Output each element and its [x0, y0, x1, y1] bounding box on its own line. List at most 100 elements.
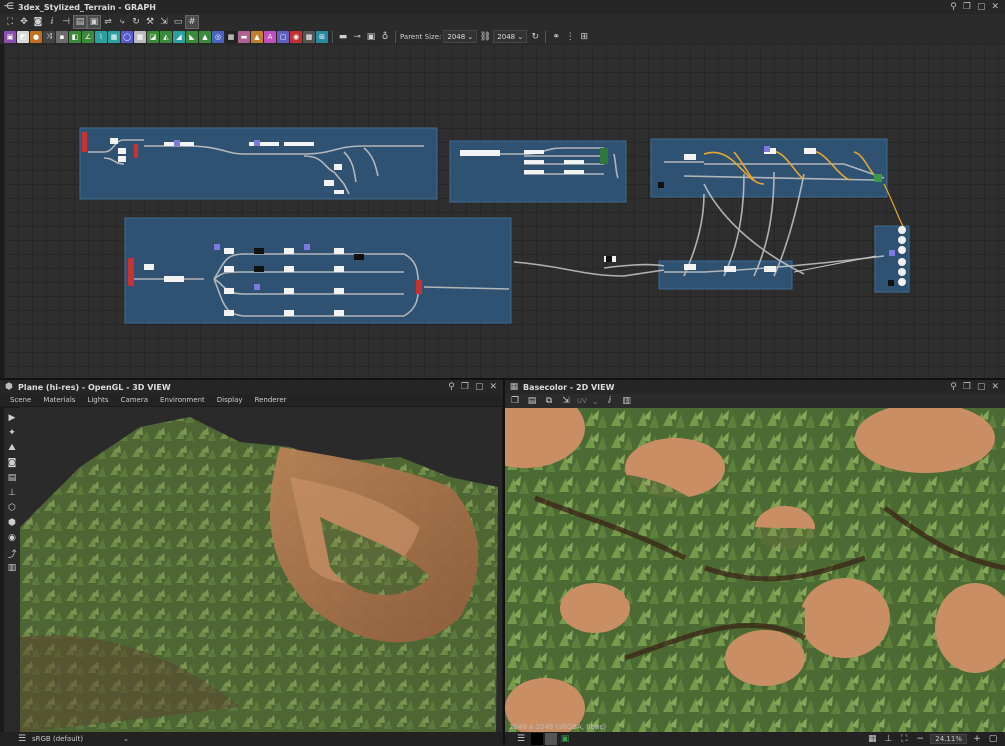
reset-icon[interactable]: ↻ [529, 31, 541, 43]
grid-icon[interactable]: ▦ [866, 733, 878, 745]
node-frame[interactable] [124, 217, 512, 324]
uniform-node-icon[interactable]: ▬ [238, 30, 250, 43]
pixel-node-icon[interactable]: ▦ [303, 30, 315, 43]
menu-renderer[interactable]: Renderer [255, 396, 287, 404]
layers-icon[interactable]: ☰ [515, 733, 527, 745]
save-icon[interactable]: ▤ [526, 395, 538, 407]
camera-icon[interactable]: ▶ [6, 412, 18, 424]
node-frame[interactable] [79, 127, 438, 200]
environment-icon[interactable]: ⛰ [6, 442, 18, 454]
eye-icon[interactable]: ◉ [6, 532, 18, 544]
maximize-icon[interactable]: ▢ [475, 382, 484, 392]
histogram-icon[interactable]: ▥ [6, 562, 18, 574]
fit-view-icon[interactable]: ⛶ [4, 16, 16, 28]
height-node-icon[interactable]: ◢ [173, 30, 185, 43]
link-nodes-icon[interactable]: ⚭ [550, 31, 562, 43]
maximize-icon[interactable]: ▢ [977, 382, 986, 392]
frame-icon[interactable]: ▣ [87, 14, 101, 29]
cube-icon[interactable]: ⬡ [6, 502, 18, 514]
zoom-out-icon[interactable]: − [914, 733, 926, 745]
zoom-in-icon[interactable]: + [971, 733, 983, 745]
graph-canvas[interactable] [4, 44, 1005, 378]
frame-icon[interactable]: ▣ [365, 31, 377, 43]
gray-swatch-icon[interactable] [545, 733, 557, 745]
export-icon[interactable]: ⇲ [158, 16, 170, 28]
black-swatch-icon[interactable] [531, 733, 543, 745]
align-icon[interactable]: ⊥ [882, 733, 894, 745]
comment-icon[interactable]: ▬ [337, 31, 349, 43]
levels-node-icon[interactable]: ▪ [56, 30, 68, 43]
channel-label[interactable]: UV [577, 397, 587, 405]
mask-node-icon[interactable]: ◣ [186, 30, 198, 43]
histogram-icon[interactable]: ▥ [621, 395, 633, 407]
view3d-viewport[interactable] [20, 407, 502, 733]
text-node-icon[interactable]: A [264, 30, 276, 43]
fxmap-node-icon[interactable]: ⊞ [316, 30, 328, 43]
triangle-node-icon[interactable]: ▲ [251, 30, 263, 43]
warp-node-icon[interactable]: ⌇ [95, 30, 107, 43]
panel-divider[interactable] [0, 378, 1005, 380]
link-size-icon[interactable]: ⛓ [479, 31, 491, 43]
axis-icon[interactable]: ⊥ [6, 487, 18, 499]
blend-node-icon[interactable]: ⤨ [43, 30, 55, 43]
pattern-node-icon[interactable]: ▦ [134, 30, 146, 43]
gradient-node-icon[interactable]: ◧ [69, 30, 81, 43]
svg-node-icon[interactable]: ◩ [17, 30, 29, 43]
link-icon[interactable]: ⇌ [102, 16, 114, 28]
fx-node-icon[interactable]: ▦ [225, 30, 237, 43]
curve-node-icon[interactable]: ∠ [82, 30, 94, 43]
view2d-viewport[interactable]: 2048 x 2048 (sRGBA, 8bpc) [505, 408, 1005, 732]
layout-icon[interactable]: ▤ [6, 472, 18, 484]
bitmap-node-icon[interactable]: ▣ [4, 30, 16, 43]
menu-lights[interactable]: Lights [87, 396, 108, 404]
histogram-node-icon[interactable]: ◎ [212, 30, 224, 43]
float-icon[interactable]: ❐ [963, 382, 971, 392]
frame-node-icon[interactable]: ▢ [277, 30, 289, 43]
menu-camera[interactable]: Camera [121, 396, 148, 404]
grid-icon[interactable]: # [185, 14, 199, 29]
noise-node-icon[interactable]: ▦ [108, 30, 120, 43]
pan-icon[interactable]: ✥ [18, 16, 30, 28]
close-icon[interactable]: ✕ [489, 382, 497, 392]
parent-size-combo[interactable]: 2048 ⌄ [443, 30, 478, 43]
copy-icon[interactable]: ❐ [509, 395, 521, 407]
menu-materials[interactable]: Materials [43, 396, 75, 404]
color-node-icon[interactable]: ● [30, 30, 42, 43]
export-icon[interactable]: ⇲ [560, 395, 572, 407]
blur-node-icon[interactable]: ◯ [121, 30, 133, 43]
close-icon[interactable]: ✕ [991, 382, 999, 392]
chevron-down-icon[interactable]: ⌄ [123, 735, 129, 743]
comment-icon[interactable]: ▭ [172, 16, 184, 28]
pin-icon[interactable]: ⚲ [950, 2, 957, 12]
tool-icon[interactable]: ⚒ [144, 16, 156, 28]
screenshot-icon[interactable]: ◙ [32, 16, 44, 28]
hierarchy-icon[interactable]: ⊞ [578, 31, 590, 43]
normal-node-icon[interactable]: ◭ [160, 30, 172, 43]
size-combo[interactable]: 2048 ⌄ [493, 30, 528, 43]
pin-icon[interactable]: ⚲ [448, 382, 455, 392]
maximize-icon[interactable]: ▢ [977, 2, 986, 12]
image-icon[interactable]: ▣ [559, 733, 571, 745]
menu-display[interactable]: Display [217, 396, 243, 404]
layers-icon[interactable]: ☰ [16, 733, 28, 745]
menu-environment[interactable]: Environment [160, 396, 205, 404]
close-icon[interactable]: ✕ [991, 2, 999, 12]
node-frame[interactable] [658, 260, 793, 290]
duplicate-icon[interactable]: ⧉ [543, 395, 555, 407]
mic-icon[interactable]: ♁ [379, 31, 391, 43]
zoom-value[interactable]: 24.11% [930, 734, 967, 744]
curve-icon[interactable]: ⤴ [6, 547, 18, 560]
layout-icon[interactable]: ▤ [73, 14, 87, 29]
refresh-icon[interactable]: ↻ [130, 16, 142, 28]
branch-icon[interactable]: ⤷ [116, 16, 128, 28]
pin-node-icon[interactable]: ⊸ [351, 31, 363, 43]
float-icon[interactable]: ❐ [963, 2, 971, 12]
chevron-down-icon[interactable]: ⌄ [592, 397, 599, 406]
fit-icon[interactable]: ⛶ [898, 733, 910, 745]
fit-view-icon[interactable]: ▢ [987, 733, 999, 745]
info-icon[interactable]: ⅈ [46, 16, 58, 28]
transform-node-icon[interactable]: ▲ [199, 30, 211, 43]
screenshot-icon[interactable]: ◙ [6, 457, 18, 469]
float-icon[interactable]: ❐ [461, 382, 469, 392]
pin-icon[interactable]: ⚲ [950, 382, 957, 392]
